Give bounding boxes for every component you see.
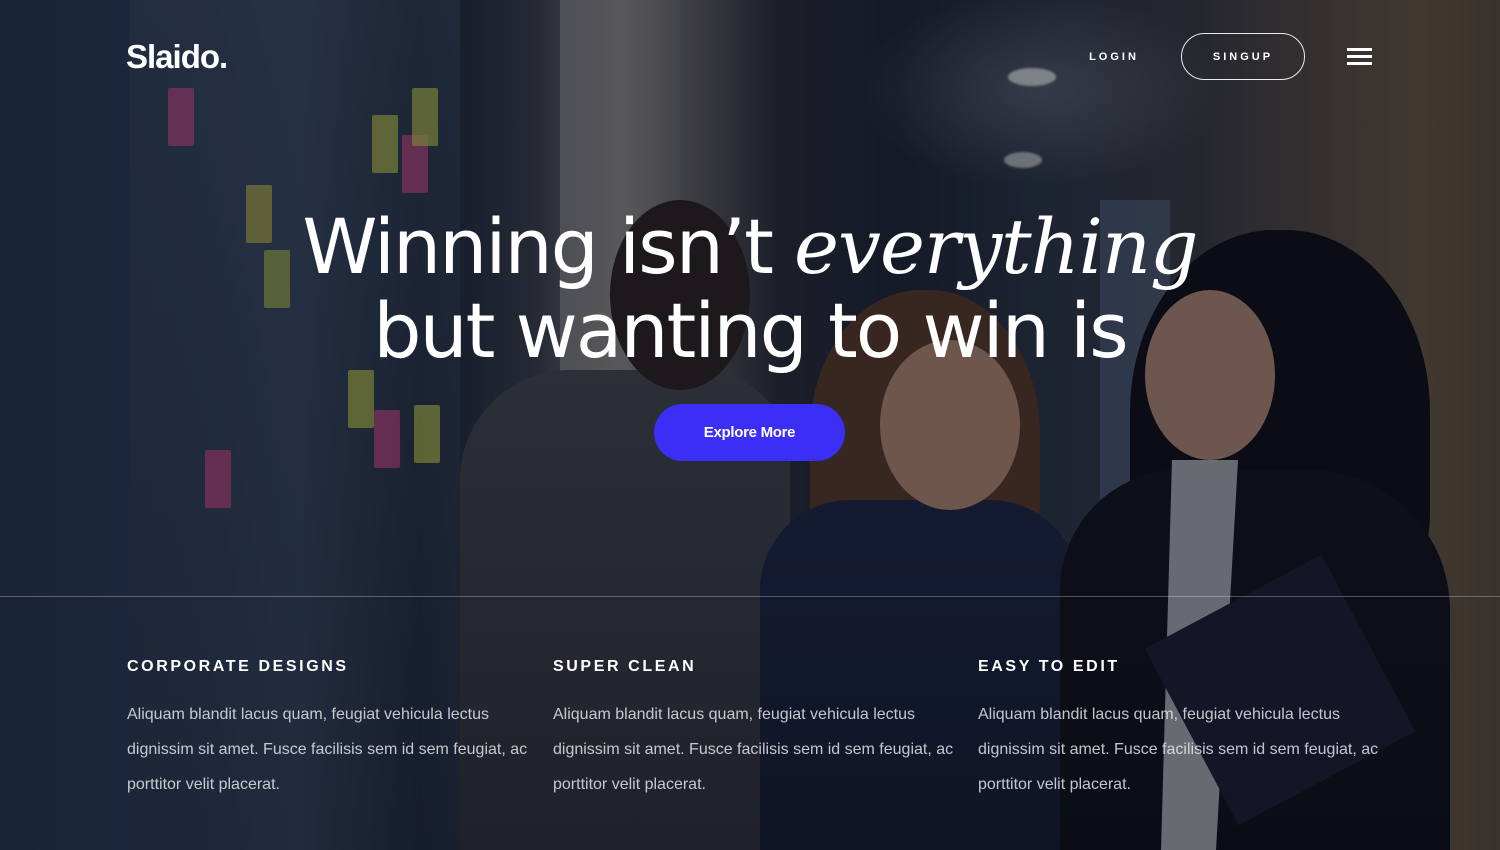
hamburger-menu-icon[interactable]	[1347, 46, 1373, 68]
feature-corporate-designs: CORPORATE DESIGNS Aliquam blandit lacus …	[127, 658, 537, 802]
feature-text: Aliquam blandit lacus quam, feugiat vehi…	[553, 706, 954, 793]
feature-title: EASY TO EDIT	[978, 658, 1120, 675]
headline-line-1: Winning isn’t everything	[0, 205, 1500, 289]
login-link[interactable]: LOGIN	[1074, 46, 1154, 68]
headline-italic-text: everything	[794, 202, 1199, 291]
site-header: Slaido. LOGIN SINGUP	[0, 0, 1500, 120]
feature-text: Aliquam blandit lacus quam, feugiat vehi…	[127, 706, 528, 793]
headline-plain-text: Winning isn’t	[302, 202, 795, 291]
feature-easy-to-edit: EASY TO EDIT Aliquam blandit lacus quam,…	[978, 658, 1388, 802]
menu-bar	[1347, 48, 1372, 51]
headline-line-2: but wanting to win is	[373, 286, 1129, 375]
site-logo[interactable]: Slaido.	[126, 38, 228, 76]
menu-bar	[1347, 62, 1372, 65]
feature-text: Aliquam blandit lacus quam, feugiat vehi…	[978, 706, 1379, 793]
hero-headline: Winning isn’t everything but wanting to …	[0, 205, 1500, 373]
menu-bar	[1347, 55, 1372, 58]
section-divider	[0, 596, 1500, 597]
explore-more-button[interactable]: Explore More	[654, 404, 845, 461]
feature-super-clean: SUPER CLEAN Aliquam blandit lacus quam, …	[553, 658, 963, 802]
signup-button[interactable]: SINGUP	[1181, 33, 1305, 80]
feature-title: CORPORATE DESIGNS	[127, 658, 349, 675]
feature-title: SUPER CLEAN	[553, 658, 697, 675]
